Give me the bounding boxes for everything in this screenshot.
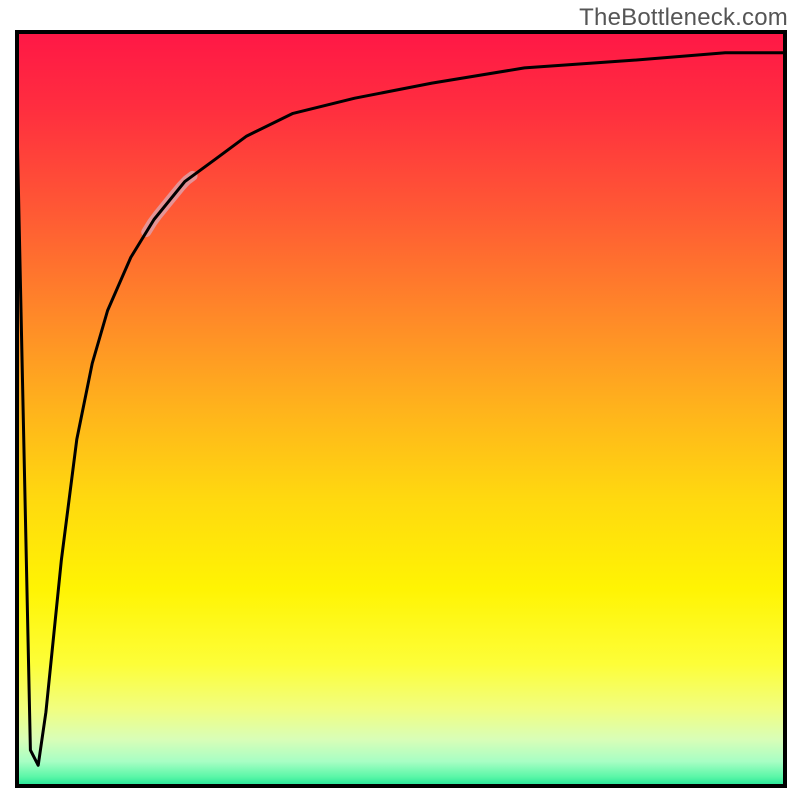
- plot-background: [15, 30, 787, 788]
- chart-container: TheBottleneck.com: [0, 0, 800, 800]
- watermark-text: TheBottleneck.com: [579, 4, 788, 32]
- plot-area: [15, 30, 787, 788]
